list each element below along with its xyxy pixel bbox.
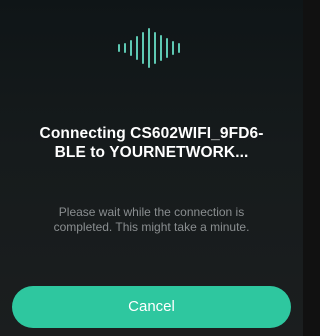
sound-wave-icon	[118, 28, 180, 68]
message-line-2: completed. This might take a minute.	[53, 220, 250, 234]
connecting-screen: Connecting CS602WIFI_9FD6- BLE to YOURNE…	[0, 0, 303, 336]
title-line-1: Connecting CS602WIFI_9FD6-	[39, 125, 264, 142]
title-line-2: BLE to YOURNETWORK...	[54, 144, 249, 161]
cancel-button[interactable]: Cancel	[12, 286, 291, 328]
dialog-title: Connecting CS602WIFI_9FD6- BLE to YOURNE…	[12, 124, 291, 162]
message-line-1: Please wait while the connection is	[58, 205, 245, 219]
dialog-message: Please wait while the connection is comp…	[10, 205, 293, 235]
